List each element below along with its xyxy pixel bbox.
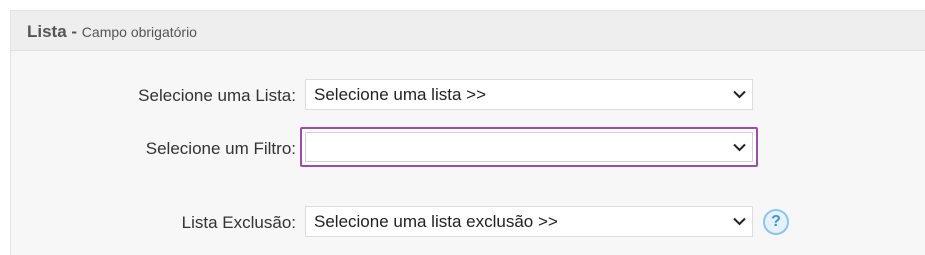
- panel-subtitle: Campo obrigatório: [81, 24, 197, 40]
- filtro-select[interactable]: [300, 127, 758, 167]
- lista-select-value: Selecione uma lista >>: [314, 85, 486, 104]
- filtro-label: Selecione um Filtro:: [145, 139, 296, 158]
- chevron-down-icon: [731, 80, 747, 109]
- chevron-down-icon: [731, 207, 747, 236]
- filtro-select-inner: [305, 132, 753, 162]
- exclusao-label: Lista Exclusão:: [181, 213, 296, 232]
- panel-header: Lista - Campo obrigatório: [11, 11, 925, 51]
- lista-label: Selecione uma Lista:: [138, 86, 296, 105]
- help-icon[interactable]: ?: [763, 209, 789, 235]
- exclusao-select[interactable]: Selecione uma lista exclusão >>: [305, 206, 753, 237]
- lista-select[interactable]: Selecione uma lista >>: [305, 79, 753, 110]
- help-icon-glyph: ?: [771, 213, 781, 230]
- panel-title-text: Lista -: [27, 22, 78, 41]
- exclusao-select-value: Selecione uma lista exclusão >>: [314, 212, 558, 231]
- panel-title: Lista - Campo obrigatório: [27, 22, 197, 42]
- chevron-down-icon: [731, 133, 747, 161]
